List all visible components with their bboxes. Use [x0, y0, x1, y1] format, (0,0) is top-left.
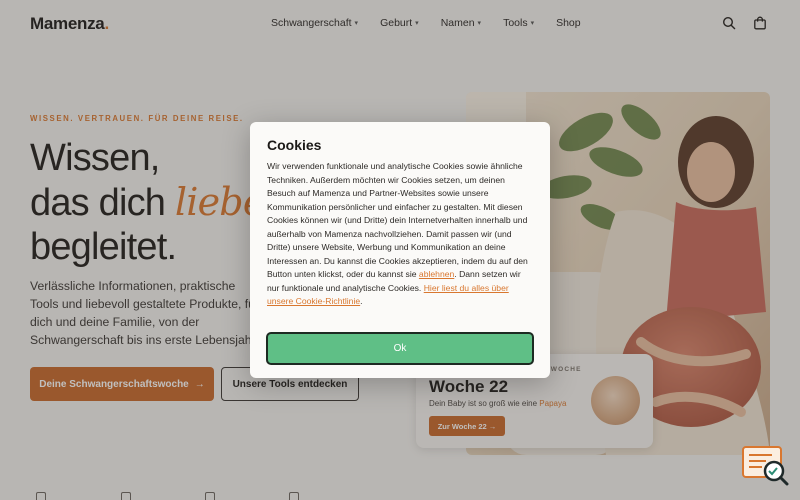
search-widget-icon[interactable] — [742, 446, 790, 486]
accept-cookies-button[interactable]: Ok — [266, 332, 534, 365]
cookie-text-part: Wir verwenden funktionale und analytisch… — [267, 161, 528, 280]
cookie-text: Wir verwenden funktionale und analytisch… — [267, 160, 535, 309]
cookie-title: Cookies — [267, 137, 322, 153]
decline-cookies-link[interactable]: ablehnen — [419, 269, 454, 279]
cookie-dialog: Cookies Wir verwenden funktionale und an… — [250, 122, 550, 378]
cookie-text-part: . — [360, 296, 363, 307]
